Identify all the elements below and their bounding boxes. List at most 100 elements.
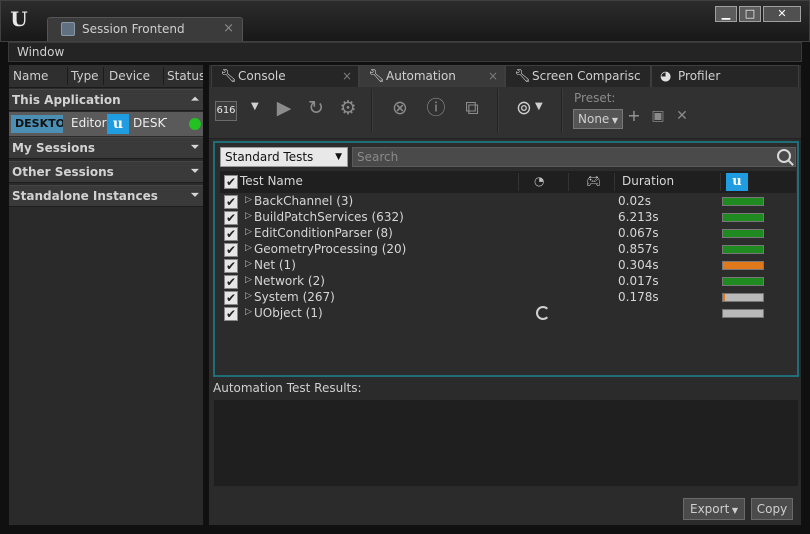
result-bar-fill (723, 246, 763, 253)
column-type[interactable]: Type (71, 69, 99, 83)
expand-triangle-icon[interactable]: ▷ (245, 291, 252, 301)
row-checkbox[interactable]: ✔ (224, 291, 238, 305)
expand-triangle-icon[interactable]: ▷ (245, 195, 252, 205)
minimize-button[interactable]: ▁ (715, 6, 737, 22)
column-name[interactable]: Name (13, 69, 48, 83)
table-row[interactable]: ✔ ▷ GeometryProcessing (20) 0.857s (220, 242, 796, 258)
chevron-down-icon[interactable]: ▼ (251, 101, 259, 112)
expand-arrow-icon[interactable]: ⏷ (191, 186, 199, 206)
column-divider[interactable] (103, 67, 104, 85)
tab-label: Profiler (678, 69, 721, 83)
expand-triangle-icon[interactable]: ▷ (245, 227, 252, 237)
copy-results-icon[interactable]: ⧉ (459, 95, 485, 121)
column-status[interactable]: Status (167, 69, 203, 83)
tab-profiler[interactable]: ◕ Profiler (651, 65, 799, 87)
section-other-sessions[interactable]: Other Sessions ⏷ (9, 161, 203, 183)
search-icon[interactable] (777, 149, 791, 163)
add-preset-icon[interactable]: + (625, 107, 643, 125)
expand-triangle-icon[interactable]: ▷ (245, 307, 252, 317)
row-checkbox[interactable]: ✔ (224, 307, 238, 321)
column-divider[interactable] (720, 173, 721, 191)
maximize-button[interactable]: □ (739, 6, 761, 22)
close-window-button[interactable]: ✕ (763, 6, 801, 22)
table-row[interactable]: ✔ ▷ BuildPatchServices (632) 6.213s (220, 210, 796, 226)
expand-triangle-icon[interactable]: ▷ (245, 211, 252, 221)
error-filter-icon[interactable]: ⊗ (387, 95, 413, 121)
save-preset-icon[interactable]: ▣ (649, 107, 667, 125)
table-row[interactable]: ✔ ▷ UObject (1) (220, 306, 796, 322)
document-tab[interactable]: Session Frontend × (47, 17, 243, 41)
tab-console[interactable]: 🔧︎ Console × (211, 65, 359, 87)
column-divider[interactable] (614, 173, 615, 191)
result-bar (722, 309, 764, 318)
row-checkbox[interactable]: ✔ (224, 259, 238, 273)
preset-label: Preset: (574, 91, 616, 105)
preset-value: None (578, 112, 610, 126)
column-duration[interactable]: Duration (622, 174, 674, 188)
device-group-icon[interactable]: ⊚ (511, 95, 537, 121)
tab-label: Automation (386, 69, 456, 83)
device-count-badge[interactable]: 616 (215, 101, 237, 121)
gamepad-column-icon[interactable]: 🎮︎ (586, 174, 601, 188)
table-row[interactable]: ✔ ▷ Net (1) 0.304s (220, 258, 796, 274)
table-row[interactable]: ✔ ▷ System (267) 0.178s (220, 290, 796, 306)
result-bar (722, 277, 764, 286)
row-checkbox[interactable]: ✔ (224, 275, 238, 289)
row-checkbox[interactable]: ✔ (224, 195, 238, 209)
close-tab-icon[interactable]: × (488, 66, 498, 86)
play-icon[interactable]: ▶ (271, 95, 297, 121)
column-divider[interactable] (67, 67, 68, 85)
column-device[interactable]: Device (109, 69, 150, 83)
result-bar-fill (723, 230, 763, 237)
column-divider[interactable] (163, 67, 164, 85)
row-checkbox[interactable]: ✔ (224, 227, 238, 241)
expand-arrow-icon[interactable]: ⏷ (191, 138, 199, 158)
refresh-icon[interactable]: ↻ (303, 95, 329, 121)
test-name: BackChannel (3) (254, 194, 354, 208)
table-row[interactable]: ✔ ▷ BackChannel (3) 0.02s (220, 194, 796, 210)
session-frontend-icon (61, 22, 75, 36)
chevron-down-icon[interactable]: ▼ (535, 101, 543, 112)
test-name: EditConditionParser (8) (254, 226, 393, 240)
automation-toolbar: 616 ▼ ▶ ↻ ⚙ ⊗ ⓘ ⧉ ⊚ ▼ Preset: None ▼ + ▣… (209, 87, 801, 139)
expand-triangle-icon[interactable]: ▷ (245, 259, 252, 269)
result-bar (722, 213, 764, 222)
close-tab-icon[interactable]: × (223, 18, 234, 40)
settings-gear-icon[interactable]: ⚙ (335, 95, 361, 121)
select-all-checkbox[interactable]: ✔ (224, 175, 238, 189)
table-row[interactable]: ✔ ▷ Network (2) 0.017s (220, 274, 796, 290)
test-rows: ✔ ▷ BackChannel (3) 0.02s ✔ ▷ BuildPatchServic… (220, 194, 796, 322)
unreal-logo-icon: U (10, 7, 28, 31)
table-row[interactable]: ✔ ▷ EditConditionParser (8) 0.067s (220, 226, 796, 242)
section-my-sessions[interactable]: My Sessions ⏷ (9, 137, 203, 159)
column-divider[interactable] (518, 173, 519, 191)
tab-screen-comparison[interactable]: 🔧︎ Screen Comparisc (505, 65, 651, 87)
close-tab-icon[interactable]: × (342, 66, 352, 86)
status-column-icon[interactable]: ◔ (534, 174, 544, 188)
tab-automation[interactable]: 🔧︎ Automation × (359, 65, 505, 87)
test-duration: 0.067s (618, 226, 659, 240)
expand-triangle-icon[interactable]: ▷ (245, 243, 252, 253)
expand-arrow-icon[interactable]: ⏷ (191, 162, 199, 182)
test-duration: 0.02s (618, 194, 651, 208)
preset-select[interactable]: None ▼ (573, 109, 623, 129)
copy-button[interactable]: Copy (751, 498, 793, 520)
session-row[interactable]: DESKTO Editor u DESKT (9, 112, 203, 136)
menu-item-window[interactable]: Window (17, 45, 64, 59)
collapse-arrow-icon[interactable]: ⏶ (191, 90, 199, 110)
test-group-select[interactable]: Standard Tests ▼ (220, 147, 348, 167)
search-input[interactable]: Search (352, 147, 796, 167)
section-standalone-instances[interactable]: Standalone Instances ⏷ (9, 185, 203, 207)
windows-platform-icon[interactable]: u (726, 173, 748, 191)
export-button[interactable]: Export ▼ (683, 498, 745, 520)
warning-filter-icon[interactable]: ⓘ (423, 95, 449, 121)
expand-triangle-icon[interactable]: ▷ (245, 275, 252, 285)
section-this-application[interactable]: This Application ⏶ (9, 89, 203, 111)
column-divider[interactable] (568, 173, 569, 191)
row-checkbox[interactable]: ✔ (224, 243, 238, 257)
row-checkbox[interactable]: ✔ (224, 211, 238, 225)
tools-area: 🔧︎ Console × 🔧︎ Automation × 🔧︎ Screen C… (208, 64, 802, 526)
remove-preset-icon[interactable]: ✕ (673, 107, 691, 125)
column-test-name[interactable]: Test Name (240, 174, 303, 188)
results-log[interactable] (213, 399, 799, 487)
